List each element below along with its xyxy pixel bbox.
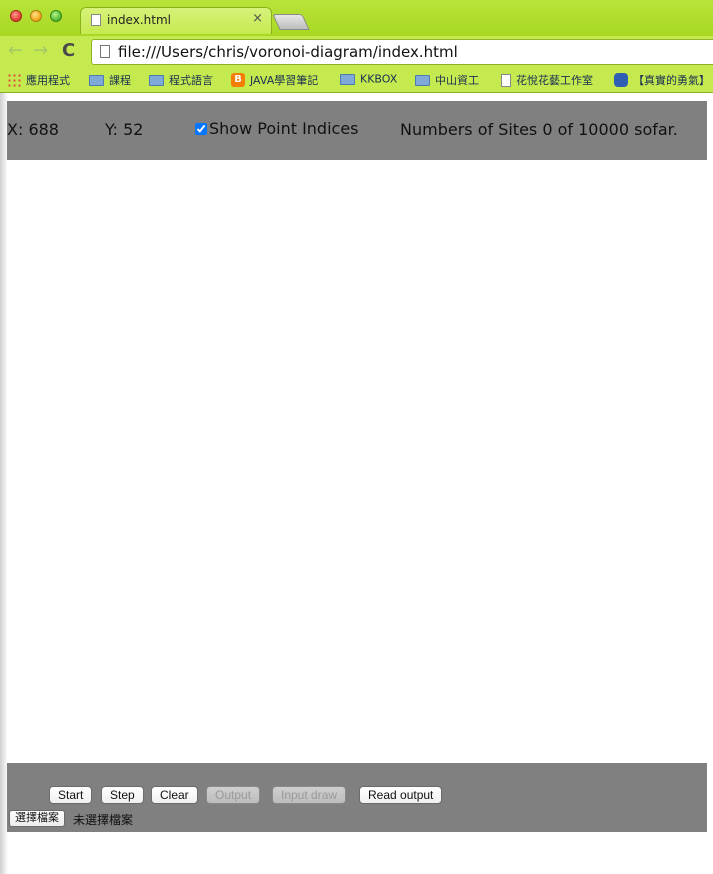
close-window-button[interactable] bbox=[10, 10, 22, 22]
folder-icon bbox=[340, 73, 355, 85]
control-bar: Start Step Clear Output Input draw Read … bbox=[7, 763, 707, 832]
chat-bubble-icon bbox=[614, 73, 628, 87]
bookmark-kkbox[interactable]: KKBOX bbox=[340, 72, 397, 88]
bookmark-flower-studio[interactable]: 花悅花藝工作室 bbox=[501, 72, 593, 88]
back-button[interactable]: ← bbox=[8, 41, 23, 61]
bookmark-apps[interactable]: 應用程式 bbox=[7, 72, 70, 88]
choose-file-button[interactable]: 選擇檔案 bbox=[9, 810, 65, 827]
bookmark-programming-languages[interactable]: 程式語言 bbox=[149, 72, 213, 88]
minimize-window-button[interactable] bbox=[30, 10, 42, 22]
sites-count-status: Numbers of Sites 0 of 10000 sofar. bbox=[400, 120, 678, 139]
tab-close-icon[interactable]: × bbox=[252, 11, 263, 26]
page-icon bbox=[100, 45, 110, 58]
zoom-window-button[interactable] bbox=[50, 10, 62, 22]
bookmark-nsysu-cse[interactable]: 中山資工 bbox=[415, 72, 479, 88]
output-button[interactable]: Output bbox=[206, 786, 261, 804]
folder-icon bbox=[149, 74, 164, 86]
bookmarks-bar: 應用程式 課程 程式語言 B JAVA學習筆記 KKBOX 中山資工 花悅花藝工作… bbox=[0, 68, 713, 93]
bookmark-java-notes[interactable]: B JAVA學習筆記 bbox=[231, 72, 318, 88]
address-bar-url[interactable]: file:///Users/chris/voronoi-diagram/inde… bbox=[118, 43, 458, 61]
browser-chrome: index.html × ← → C file:///Users/chris/v… bbox=[0, 0, 713, 93]
show-point-indices-label: Show Point Indices bbox=[209, 119, 359, 138]
start-button[interactable]: Start bbox=[49, 786, 93, 804]
blogger-icon: B bbox=[231, 73, 245, 87]
bookmark-true-courage[interactable]: 【真實的勇氣】 bbox=[614, 72, 710, 88]
show-point-indices-toggle[interactable]: Show Point Indices bbox=[195, 119, 359, 138]
forward-button[interactable]: → bbox=[33, 41, 48, 61]
mouse-x-readout: X: 688 bbox=[7, 120, 59, 139]
clear-button[interactable]: Clear bbox=[151, 786, 198, 804]
tab-title: index.html bbox=[107, 13, 171, 27]
reload-button[interactable]: C bbox=[62, 41, 75, 61]
step-button[interactable]: Step bbox=[101, 786, 144, 804]
folder-icon bbox=[415, 74, 430, 86]
browser-toolbar: ← → C file:///Users/chris/voronoi-diagra… bbox=[0, 36, 713, 68]
input-draw-button[interactable]: Input draw bbox=[272, 786, 347, 804]
address-bar[interactable]: file:///Users/chris/voronoi-diagram/inde… bbox=[91, 39, 713, 65]
tab-strip: index.html × bbox=[0, 0, 713, 36]
bookmark-courses[interactable]: 課程 bbox=[89, 72, 131, 88]
show-point-indices-checkbox[interactable] bbox=[195, 123, 207, 135]
tab-index-html[interactable]: index.html × bbox=[80, 7, 272, 34]
page-icon bbox=[501, 73, 511, 87]
new-tab-button[interactable] bbox=[272, 14, 310, 30]
folder-icon bbox=[89, 74, 104, 86]
file-status-text: 未選擇檔案 bbox=[73, 813, 134, 827]
mouse-y-readout: Y: 52 bbox=[105, 120, 144, 139]
read-output-button[interactable]: Read output bbox=[359, 786, 443, 804]
info-bar: X: 688 Y: 52 Show Point Indices Numbers … bbox=[7, 101, 707, 160]
voronoi-canvas[interactable] bbox=[7, 160, 707, 763]
page-icon bbox=[91, 14, 101, 26]
apps-icon bbox=[7, 73, 21, 87]
